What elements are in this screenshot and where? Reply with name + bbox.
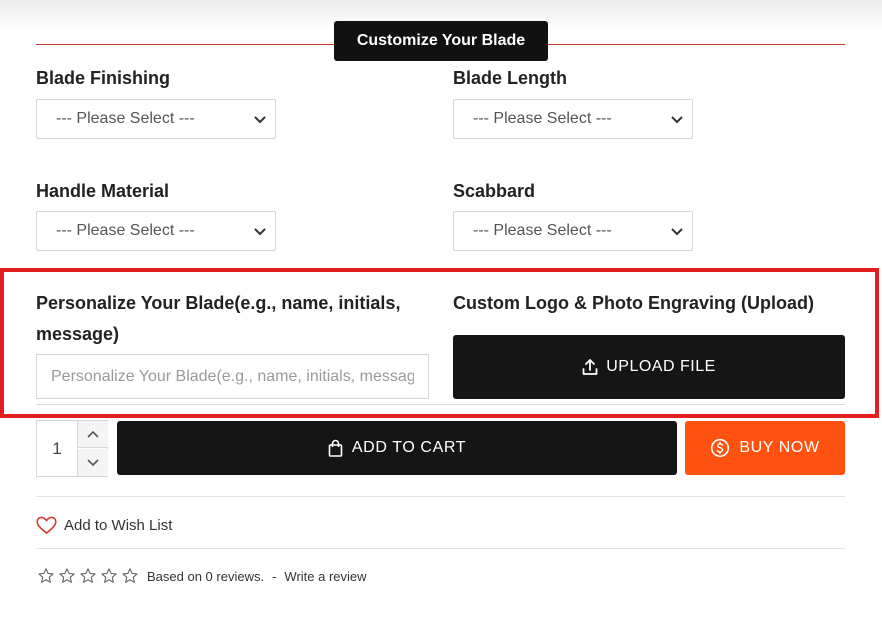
blade-length-select[interactable]: --- Please Select --- xyxy=(453,99,693,139)
upload-file-label: UPLOAD FILE xyxy=(606,358,716,375)
review-count-text[interactable]: Based on 0 reviews. xyxy=(147,569,264,584)
handle-material-value: --- Please Select --- xyxy=(56,222,195,239)
blade-finishing-select[interactable]: --- Please Select --- xyxy=(36,99,276,139)
chevron-down-icon xyxy=(671,116,683,124)
review-separator: - xyxy=(272,568,277,584)
add-to-wishlist-link[interactable]: Add to Wish List xyxy=(36,514,172,536)
personalize-input[interactable] xyxy=(36,354,429,399)
divider xyxy=(36,548,845,549)
add-to-wishlist-label: Add to Wish List xyxy=(64,516,173,534)
heart-icon xyxy=(36,516,57,534)
scabbard-value: --- Please Select --- xyxy=(473,222,612,239)
chevron-down-icon xyxy=(671,228,683,236)
divider xyxy=(36,404,845,405)
star-outline-icon xyxy=(59,568,75,583)
buy-now-button[interactable]: BUY NOW xyxy=(685,421,845,475)
buy-now-label: BUY NOW xyxy=(739,439,820,456)
scabbard-select[interactable]: --- Please Select --- xyxy=(453,211,693,251)
dollar-coin-icon xyxy=(711,438,730,458)
add-to-cart-button[interactable]: ADD TO CART xyxy=(117,421,677,475)
review-summary: Based on 0 reviews. - Write a review xyxy=(37,565,367,587)
personalize-label-line2: message) xyxy=(36,324,120,344)
star-outline-icon xyxy=(122,568,138,583)
chevron-down-icon xyxy=(254,116,266,124)
blade-finishing-label: Blade Finishing xyxy=(36,68,171,88)
star-outline-icon xyxy=(38,568,54,583)
scabbard-label: Scabbard xyxy=(453,181,536,201)
write-review-link[interactable]: Write a review xyxy=(284,569,366,584)
blade-length-value: --- Please Select --- xyxy=(473,110,612,127)
star-outline-icon xyxy=(101,568,117,583)
chevron-up-icon xyxy=(87,430,99,438)
upload-icon xyxy=(582,359,598,375)
rating-stars xyxy=(37,567,139,585)
quantity-decrease-button[interactable] xyxy=(77,449,108,476)
shopping-bag-icon xyxy=(328,439,343,457)
personalize-label-line1: Personalize Your Blade(e.g., name, initi… xyxy=(36,293,401,313)
quantity-value[interactable]: 1 xyxy=(37,421,77,476)
engraving-label: Custom Logo & Photo Engraving (Upload) xyxy=(453,293,814,313)
chevron-down-icon xyxy=(254,228,266,236)
chevron-down-icon xyxy=(87,458,99,466)
quantity-increase-button[interactable] xyxy=(77,421,108,448)
quantity-stepper[interactable]: 1 xyxy=(36,420,108,477)
star-outline-icon xyxy=(80,568,96,583)
handle-material-select[interactable]: --- Please Select --- xyxy=(36,211,276,251)
handle-material-label: Handle Material xyxy=(36,181,170,201)
add-to-cart-label: ADD TO CART xyxy=(351,439,467,456)
blade-finishing-value: --- Please Select --- xyxy=(56,110,195,127)
blade-length-label: Blade Length xyxy=(453,68,568,88)
upload-file-button[interactable]: UPLOAD FILE xyxy=(453,335,845,399)
section-title: Customize Your Blade xyxy=(334,21,548,61)
divider xyxy=(36,496,845,497)
